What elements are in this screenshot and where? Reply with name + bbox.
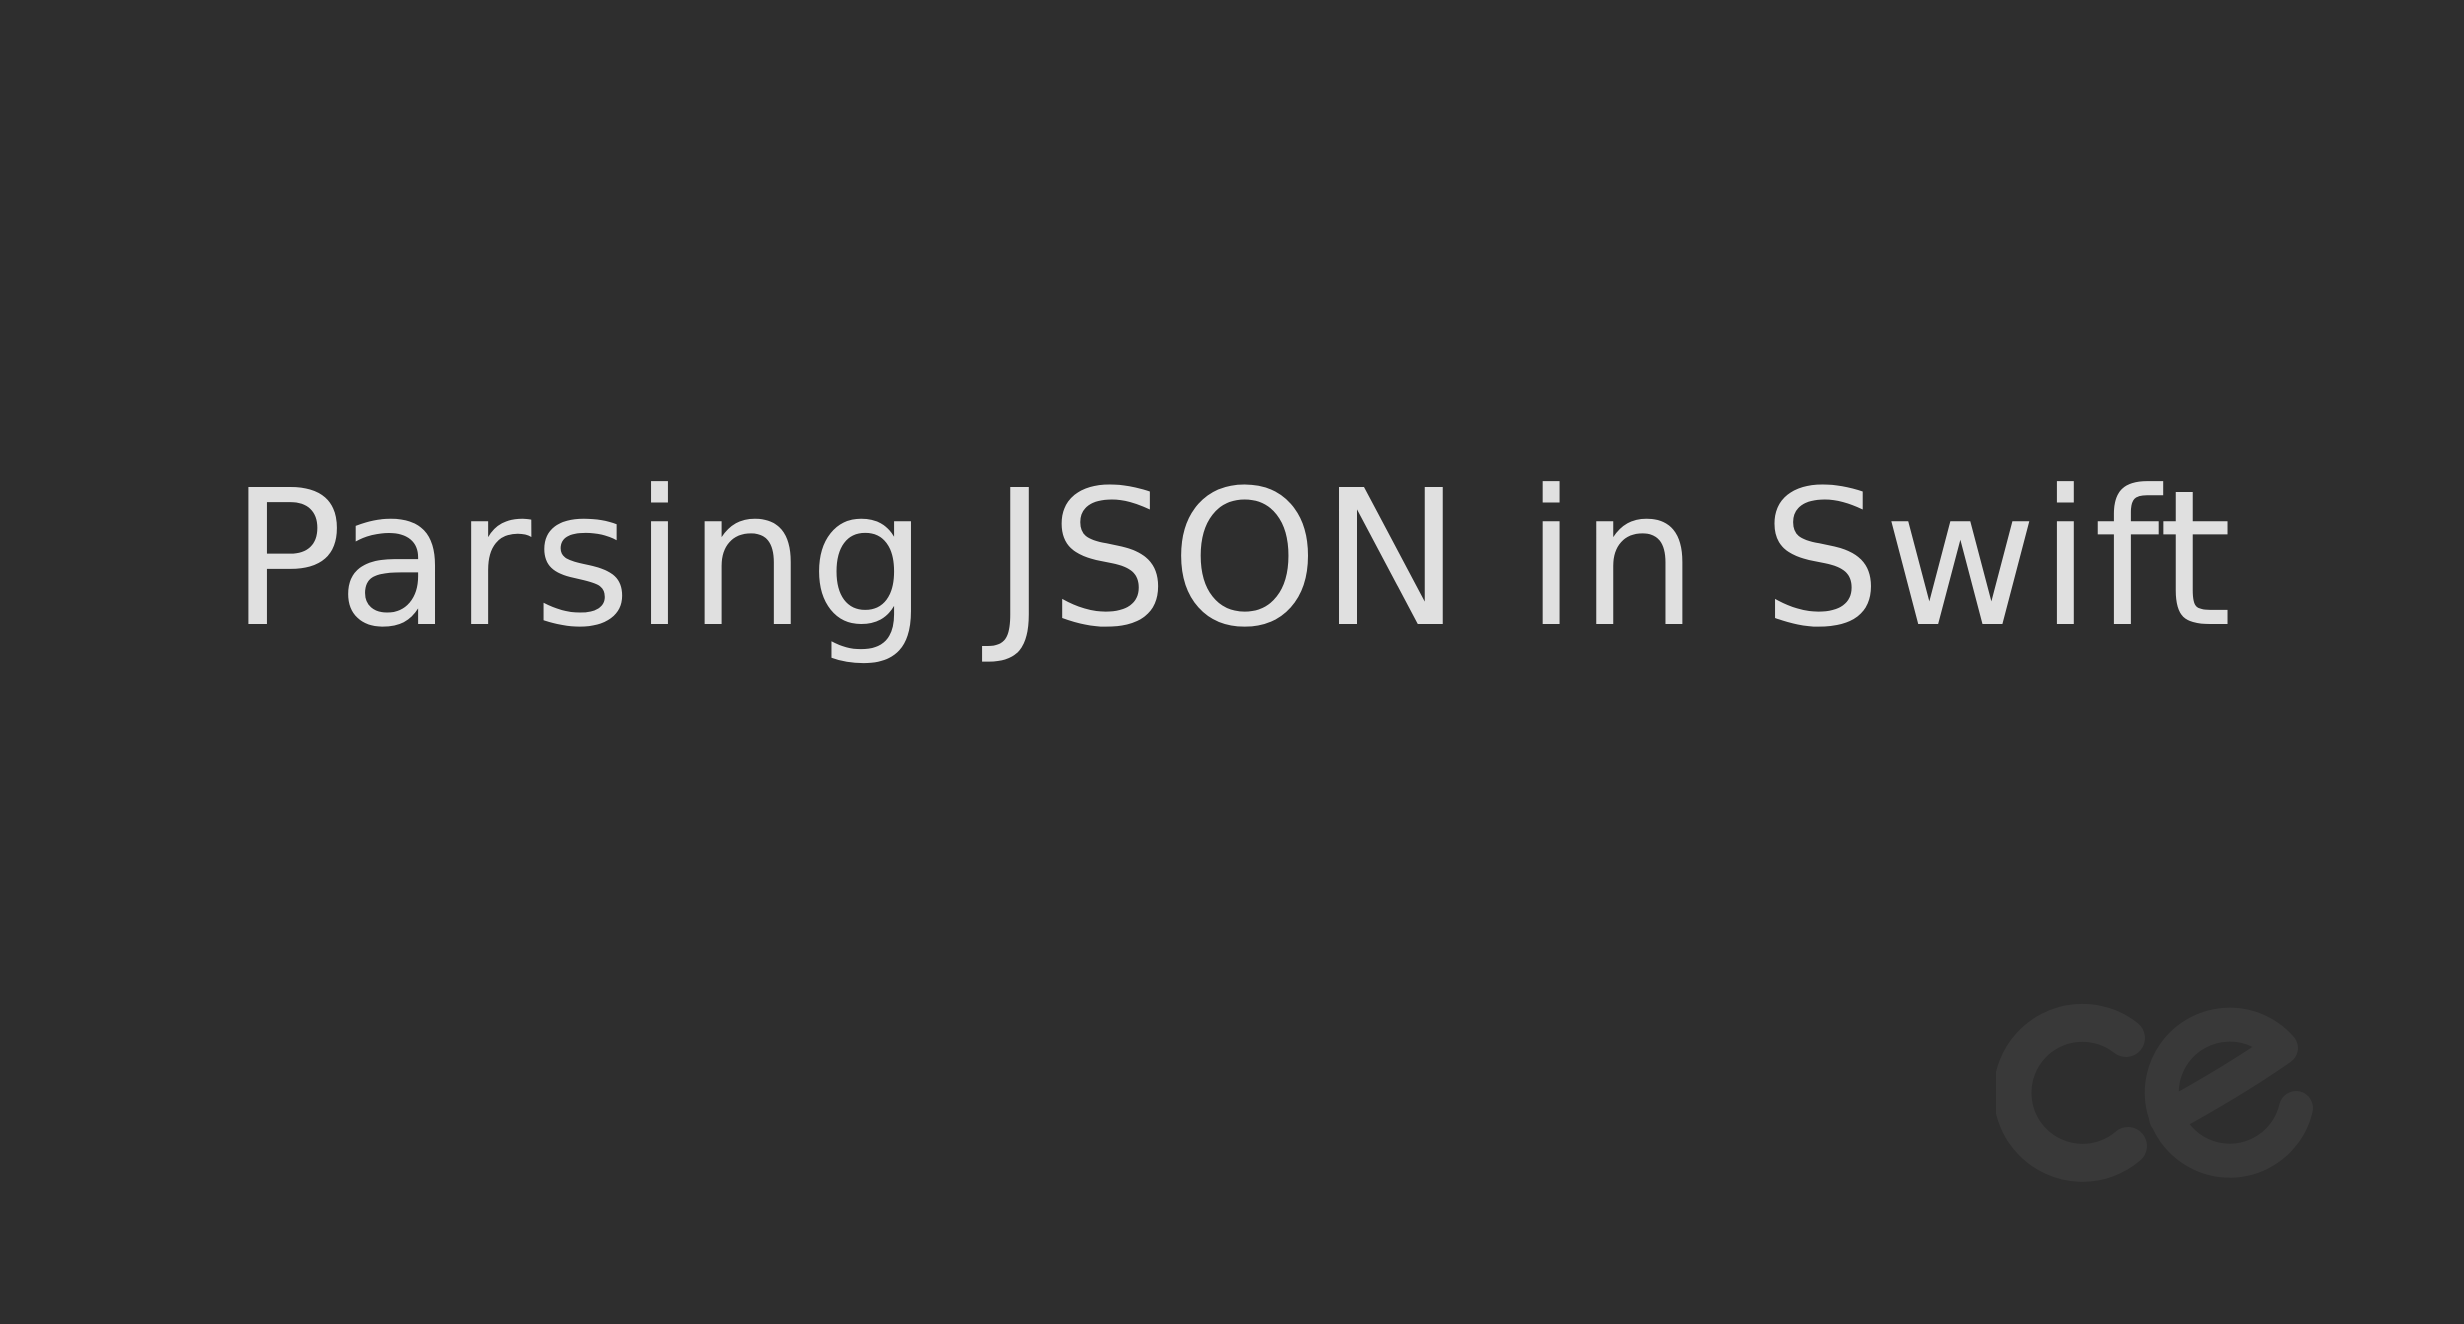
page-title: Parsing JSON in Swift [229, 450, 2235, 669]
title-card: Parsing JSON in Swift [0, 0, 2464, 1324]
ce-logo-icon [1996, 1003, 2313, 1182]
